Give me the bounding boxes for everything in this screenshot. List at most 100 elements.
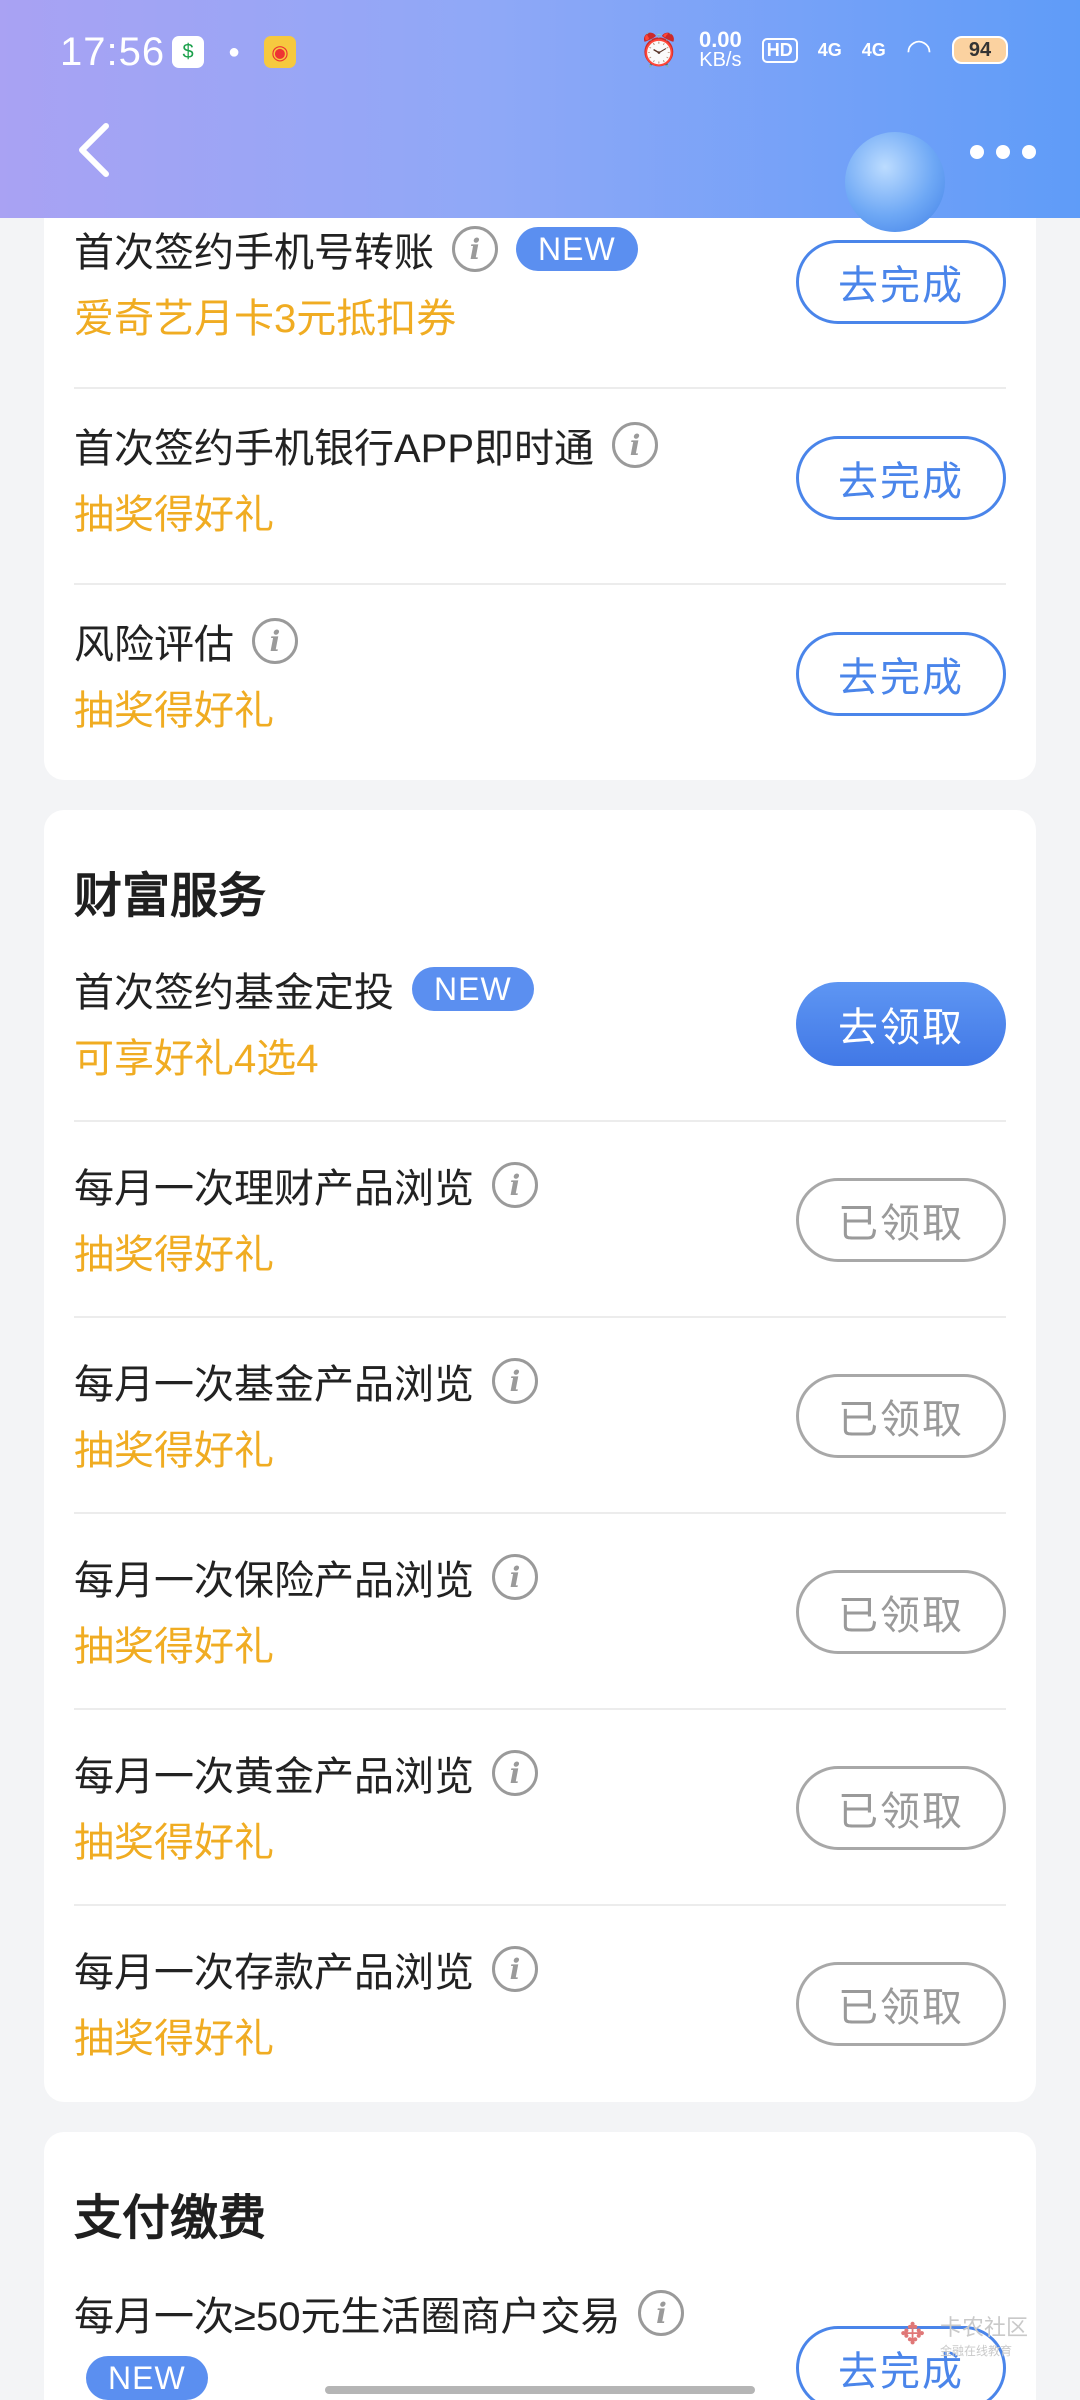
task-row: 每月一次理财产品浏览 i 抽奖得好礼 已领取 — [74, 1156, 1006, 1316]
net-speed: 0.00 KB/s — [698, 27, 742, 71]
task-title-row: 每月一次保险产品浏览 i — [74, 1548, 538, 1606]
bank-app-icon: $ — [172, 36, 204, 68]
claimed-button[interactable]: 已领取 — [796, 1178, 1006, 1262]
status-bar: 17:56 $ ● ◉ ⏰ 0.00 KB/s HD 4G 4G ◠ 94 — [0, 0, 1080, 105]
section-title: 财富服务 — [74, 870, 267, 923]
back-button[interactable] — [70, 120, 120, 180]
wealth-service-card: 财富服务 首次签约基金定投 NEW 可享好礼4选4 去领取 每月一次理财产品浏览… — [44, 810, 1036, 2102]
task-reward: 抽奖得好礼 — [74, 1625, 274, 1669]
task-title-row: 首次签约手机号转账 i NEW — [74, 220, 638, 278]
task-row: 每月一次基金产品浏览 i 抽奖得好礼 已领取 — [74, 1352, 1006, 1512]
home-indicator[interactable] — [325, 2386, 755, 2394]
chevron-left-icon — [79, 123, 109, 177]
wifi-icon: ◠ — [905, 33, 932, 67]
divider — [74, 1904, 1006, 1906]
payment-card: 支付缴费 每月一次≥50元生活圈商户交易 i NEW 去完成 — [44, 2132, 1036, 2400]
claimed-button[interactable]: 已领取 — [796, 1570, 1006, 1654]
claimed-button[interactable]: 已领取 — [796, 1374, 1006, 1458]
info-icon[interactable]: i — [252, 618, 298, 664]
divider — [74, 1120, 1006, 1122]
task-title: 首次签约手机银行APP即时通 — [74, 427, 595, 471]
floating-ball-icon[interactable] — [845, 132, 945, 232]
task-title: 每月一次存款产品浏览 — [74, 1951, 474, 1995]
task-title-row: 每月一次理财产品浏览 i — [74, 1156, 538, 1214]
task-row: 每月一次保险产品浏览 i 抽奖得好礼 已领取 — [74, 1548, 1006, 1708]
task-reward: 抽奖得好礼 — [74, 2017, 274, 2061]
task-title: 每月一次黄金产品浏览 — [74, 1755, 474, 1799]
task-title-row: 每月一次≥50元生活圈商户交易 i — [74, 2284, 685, 2342]
info-icon[interactable]: i — [612, 422, 659, 468]
task-reward: 抽奖得好礼 — [74, 1429, 274, 1473]
signal-4g-1: 4G — [817, 39, 842, 60]
watermark-tagline: 金融在线教育 — [940, 2344, 1013, 2358]
app-header: 17:56 $ ● ◉ ⏰ 0.00 KB/s HD 4G 4G ◠ 94 — [0, 0, 1080, 232]
divider — [74, 1708, 1006, 1710]
claimed-button[interactable]: 已领取 — [796, 1766, 1006, 1850]
hd-icon: HD — [761, 37, 798, 63]
watermark: ✥ 卡农社区 金融在线教育 — [900, 2310, 1028, 2359]
task-title: 每月一次理财产品浏览 — [74, 1167, 474, 1211]
more-dot — [970, 145, 984, 159]
task-reward: 抽奖得好礼 — [74, 493, 274, 537]
complete-button[interactable]: 去完成 — [796, 632, 1006, 716]
more-dot — [996, 145, 1010, 159]
divider — [74, 1512, 1006, 1514]
battery-icon: 94 — [952, 36, 1008, 64]
info-icon[interactable]: i — [492, 1946, 538, 1992]
more-button[interactable] — [970, 132, 1050, 172]
task-title-row: 风险评估 i — [74, 612, 298, 670]
weibo-icon: ◉ — [264, 36, 296, 68]
more-dot — [1022, 145, 1036, 159]
divider — [74, 1316, 1006, 1318]
task-row: 首次签约手机号转账 i NEW 爱奇艺月卡3元抵扣券 去完成 — [74, 220, 1006, 380]
net-speed-unit: KB/s — [699, 49, 742, 71]
task-row: 每月一次≥50元生活圈商户交易 i NEW 去完成 — [74, 2284, 1006, 2400]
info-icon[interactable]: i — [492, 1554, 538, 1600]
task-title-row: 每月一次黄金产品浏览 i — [74, 1744, 538, 1802]
task-row: 首次签约基金定投 NEW 可享好礼4选4 去领取 — [74, 960, 1006, 1120]
complete-button[interactable]: 去完成 — [796, 436, 1006, 520]
watermark-name: 卡农社区 — [940, 2315, 1029, 2340]
info-icon[interactable]: i — [492, 1358, 538, 1404]
task-title: 首次签约手机号转账 — [74, 231, 434, 275]
new-badge: NEW — [516, 227, 638, 271]
status-time: 17:56 — [60, 30, 166, 74]
message-icon: ● — [227, 40, 241, 63]
watermark-logo-icon: ✥ — [900, 2317, 926, 2351]
complete-button[interactable]: 去完成 — [796, 240, 1006, 324]
section-title: 支付缴费 — [74, 2192, 267, 2245]
net-speed-value: 0.00 — [698, 27, 742, 52]
new-badge: NEW — [86, 2356, 208, 2400]
task-reward: 抽奖得好礼 — [74, 1233, 274, 1277]
task-reward: 爱奇艺月卡3元抵扣券 — [74, 297, 457, 341]
status-right: ⏰ 0.00 KB/s HD 4G 4G ◠ 94 — [639, 27, 1008, 71]
claim-button[interactable]: 去领取 — [796, 982, 1006, 1066]
task-row: 风险评估 i 抽奖得好礼 去完成 — [74, 612, 1006, 772]
info-icon[interactable]: i — [452, 226, 498, 272]
divider — [74, 387, 1006, 389]
claimed-button[interactable]: 已领取 — [796, 1962, 1006, 2046]
task-title-row: 每月一次基金产品浏览 i — [74, 1352, 538, 1410]
task-row: 每月一次黄金产品浏览 i 抽奖得好礼 已领取 — [74, 1744, 1006, 1904]
info-icon[interactable]: i — [492, 1750, 538, 1796]
task-reward: 抽奖得好礼 — [74, 1821, 274, 1865]
new-badge: NEW — [412, 967, 534, 1011]
watermark-text: 卡农社区 金融在线教育 — [940, 2310, 1028, 2359]
task-reward: 抽奖得好礼 — [74, 689, 274, 733]
task-row: 每月一次存款产品浏览 i 抽奖得好礼 已领取 — [74, 1940, 1006, 2100]
signal-4g-2: 4G — [861, 39, 886, 60]
notification-icons: $ ● ◉ — [172, 36, 296, 68]
divider — [74, 583, 1006, 585]
task-reward: 可享好礼4选4 — [74, 1037, 319, 1081]
task-title-row: 首次签约基金定投 NEW — [74, 960, 534, 1018]
task-title: 每月一次保险产品浏览 — [74, 1559, 474, 1603]
task-title-row: 首次签约手机银行APP即时通 i — [74, 416, 659, 474]
new-badge-wrap: NEW — [86, 2356, 208, 2400]
task-row: 首次签约手机银行APP即时通 i 抽奖得好礼 去完成 — [74, 416, 1006, 576]
task-title-row: 每月一次存款产品浏览 i — [74, 1940, 538, 1998]
alarm-icon: ⏰ — [639, 32, 679, 68]
task-title: 每月一次≥50元生活圈商户交易 — [74, 2295, 621, 2339]
task-title: 风险评估 — [74, 623, 234, 667]
info-icon[interactable]: i — [638, 2290, 685, 2336]
info-icon[interactable]: i — [492, 1162, 538, 1208]
